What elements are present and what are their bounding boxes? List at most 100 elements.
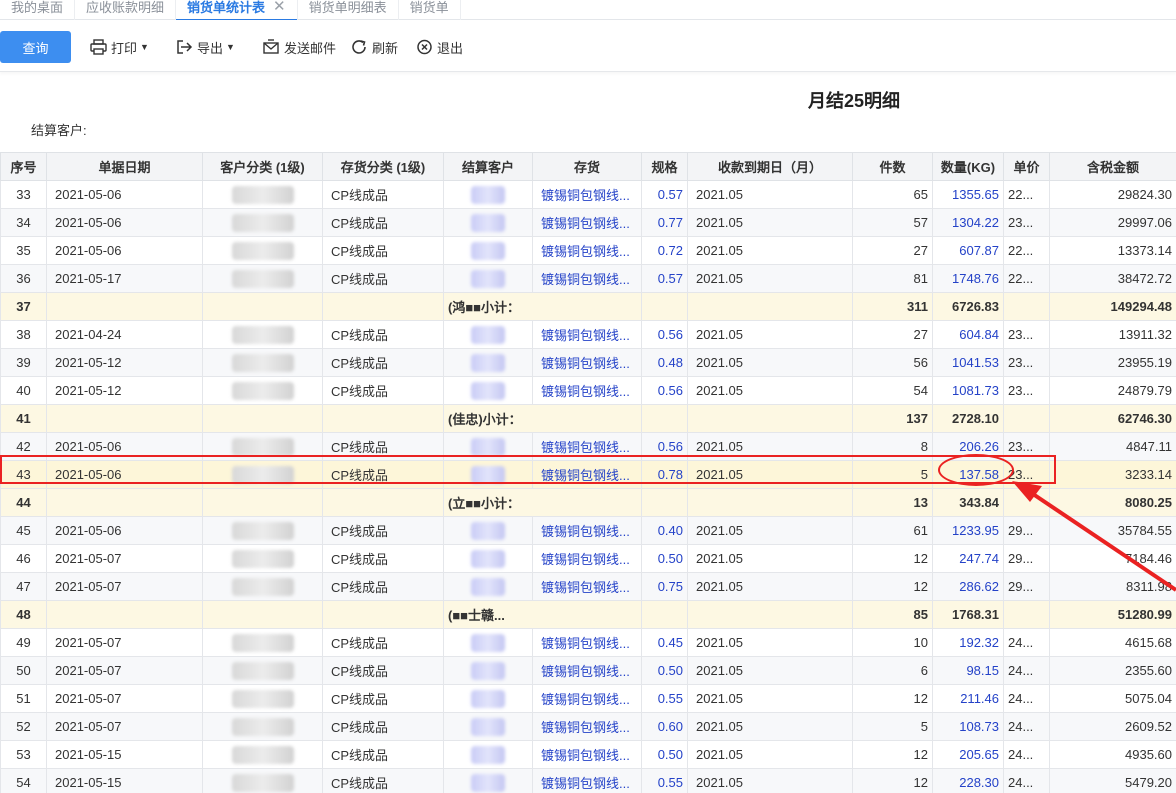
column-header[interactable]: 收款到期日（月）	[687, 152, 853, 181]
item-link[interactable]: 镀锡铜包钢线...	[532, 320, 642, 349]
quantity-link[interactable]: 604.84	[932, 320, 1004, 349]
item-link[interactable]: 镀锡铜包钢线...	[532, 432, 642, 461]
table-row[interactable]: 33 2021-05-06 CP线成品 镀锡铜包钢线... 0.57 2021.05 65 1…	[0, 180, 1176, 209]
table-row[interactable]: 50 2021-05-07 CP线成品 镀锡铜包钢线... 0.50 2021.05 6 98…	[0, 656, 1176, 685]
item-link[interactable]: 镀锡铜包钢线...	[532, 656, 642, 685]
tab-4[interactable]: 销货单	[399, 0, 461, 20]
query-button[interactable]: 查询	[0, 31, 71, 63]
tab-1[interactable]: 应收账款明细	[75, 0, 177, 20]
item-link[interactable]: 镀锡铜包钢线...	[532, 208, 642, 237]
quantity-link[interactable]: 1748.76	[932, 264, 1004, 293]
quantity-link[interactable]: 137.58	[932, 460, 1004, 489]
table-row[interactable]: 43 2021-05-06 CP线成品 镀锡铜包钢线... 0.78 2021.05 5 13…	[0, 460, 1176, 489]
column-header[interactable]: 存货分类 (1级)	[322, 152, 444, 181]
table-row[interactable]: 39 2021-05-12 CP线成品 镀锡铜包钢线... 0.48 2021.05 56 1…	[0, 348, 1176, 377]
table-row[interactable]: 51 2021-05-07 CP线成品 镀锡铜包钢线... 0.55 2021.05 12 2…	[0, 684, 1176, 713]
table-row[interactable]: 40 2021-05-12 CP线成品 镀锡铜包钢线... 0.56 2021.05 54 1…	[0, 376, 1176, 405]
column-header[interactable]: 单价	[1003, 152, 1050, 181]
settlement-customer-cell[interactable]	[443, 628, 533, 657]
table-row[interactable]: 47 2021-05-07 CP线成品 镀锡铜包钢线... 0.75 2021.05 12 2…	[0, 572, 1176, 601]
column-header[interactable]: 规格	[641, 152, 688, 181]
export-button[interactable]: 导出 ▼	[176, 36, 235, 58]
send-email-button[interactable]: 发送邮件	[262, 36, 336, 58]
tab-3[interactable]: 销货单明细表	[298, 0, 399, 20]
quantity-link[interactable]: 607.87	[932, 236, 1004, 265]
settlement-customer-cell[interactable]	[443, 740, 533, 769]
quantity-link[interactable]: 286.62	[932, 572, 1004, 601]
quantity-link[interactable]: 1081.73	[932, 376, 1004, 405]
settlement-customer-cell[interactable]	[443, 544, 533, 573]
settlement-customer-cell[interactable]	[443, 516, 533, 545]
close-icon[interactable]: ✕	[273, 0, 286, 14]
spec-cell[interactable]: 0.56	[641, 320, 688, 349]
table-row[interactable]: 53 2021-05-15 CP线成品 镀锡铜包钢线... 0.50 2021.05 12 2…	[0, 740, 1176, 769]
settlement-customer-cell[interactable]	[443, 376, 533, 405]
settlement-customer-cell[interactable]	[443, 712, 533, 741]
spec-cell[interactable]: 0.45	[641, 628, 688, 657]
settlement-customer-cell[interactable]	[443, 180, 533, 209]
item-link[interactable]: 镀锡铜包钢线...	[532, 348, 642, 377]
item-link[interactable]: 镀锡铜包钢线...	[532, 768, 642, 793]
spec-cell[interactable]: 0.72	[641, 236, 688, 265]
item-link[interactable]: 镀锡铜包钢线...	[532, 572, 642, 601]
quantity-link[interactable]: 205.65	[932, 740, 1004, 769]
spec-cell[interactable]: 0.40	[641, 516, 688, 545]
settlement-customer-cell[interactable]	[443, 656, 533, 685]
column-header[interactable]: 含税金额	[1049, 152, 1176, 181]
print-button[interactable]: 打印 ▼	[90, 36, 149, 58]
quantity-link[interactable]: 1233.95	[932, 516, 1004, 545]
item-link[interactable]: 镀锡铜包钢线...	[532, 376, 642, 405]
settlement-customer-cell[interactable]	[443, 768, 533, 793]
item-link[interactable]: 镀锡铜包钢线...	[532, 684, 642, 713]
item-link[interactable]: 镀锡铜包钢线...	[532, 236, 642, 265]
table-row[interactable]: 36 2021-05-17 CP线成品 镀锡铜包钢线... 0.57 2021.05 81 1…	[0, 264, 1176, 293]
quantity-link[interactable]: 206.26	[932, 432, 1004, 461]
settlement-customer-cell[interactable]	[443, 460, 533, 489]
quantity-link[interactable]: 1355.65	[932, 180, 1004, 209]
spec-cell[interactable]: 0.50	[641, 544, 688, 573]
column-header[interactable]: 客户分类 (1级)	[202, 152, 323, 181]
spec-cell[interactable]: 0.55	[641, 684, 688, 713]
item-link[interactable]: 镀锡铜包钢线...	[532, 460, 642, 489]
table-row[interactable]: 54 2021-05-15 CP线成品 镀锡铜包钢线... 0.55 2021.05 12 2…	[0, 768, 1176, 793]
spec-cell[interactable]: 0.60	[641, 712, 688, 741]
quantity-link[interactable]: 247.74	[932, 544, 1004, 573]
settlement-customer-cell[interactable]	[443, 572, 533, 601]
spec-cell[interactable]: 0.48	[641, 348, 688, 377]
settlement-customer-cell[interactable]	[443, 320, 533, 349]
spec-cell[interactable]: 0.78	[641, 460, 688, 489]
settlement-customer-cell[interactable]	[443, 264, 533, 293]
spec-cell[interactable]: 0.50	[641, 656, 688, 685]
column-header[interactable]: 序号	[0, 152, 47, 181]
tab-0[interactable]: 我的桌面	[0, 0, 76, 20]
column-header[interactable]: 结算客户	[443, 152, 533, 181]
spec-cell[interactable]: 0.50	[641, 740, 688, 769]
quantity-link[interactable]: 211.46	[932, 684, 1004, 713]
column-header[interactable]: 单据日期	[46, 152, 203, 181]
spec-cell[interactable]: 0.77	[641, 208, 688, 237]
table-row[interactable]: 49 2021-05-07 CP线成品 镀锡铜包钢线... 0.45 2021.05 10 1…	[0, 628, 1176, 657]
column-header[interactable]: 件数	[852, 152, 933, 181]
table-row[interactable]: 52 2021-05-07 CP线成品 镀锡铜包钢线... 0.60 2021.05 5 10…	[0, 712, 1176, 741]
item-link[interactable]: 镀锡铜包钢线...	[532, 628, 642, 657]
table-row[interactable]: 45 2021-05-06 CP线成品 镀锡铜包钢线... 0.40 2021.05 61 1…	[0, 516, 1176, 545]
settlement-customer-cell[interactable]	[443, 208, 533, 237]
spec-cell[interactable]: 0.56	[641, 376, 688, 405]
table-row[interactable]: 38 2021-04-24 CP线成品 镀锡铜包钢线... 0.56 2021.05 27 6…	[0, 320, 1176, 349]
column-header[interactable]: 数量(KG)	[932, 152, 1004, 181]
item-link[interactable]: 镀锡铜包钢线...	[532, 544, 642, 573]
table-row[interactable]: 42 2021-05-06 CP线成品 镀锡铜包钢线... 0.56 2021.05 8 20…	[0, 432, 1176, 461]
item-link[interactable]: 镀锡铜包钢线...	[532, 740, 642, 769]
column-header[interactable]: 存货	[532, 152, 642, 181]
item-link[interactable]: 镀锡铜包钢线...	[532, 264, 642, 293]
quantity-link[interactable]: 228.30	[932, 768, 1004, 793]
quantity-link[interactable]: 1304.22	[932, 208, 1004, 237]
quantity-link[interactable]: 98.15	[932, 656, 1004, 685]
refresh-button[interactable]: 刷新	[351, 36, 398, 58]
settlement-customer-cell[interactable]	[443, 684, 533, 713]
spec-cell[interactable]: 0.56	[641, 432, 688, 461]
quantity-link[interactable]: 192.32	[932, 628, 1004, 657]
table-row[interactable]: 46 2021-05-07 CP线成品 镀锡铜包钢线... 0.50 2021.05 12 2…	[0, 544, 1176, 573]
item-link[interactable]: 镀锡铜包钢线...	[532, 712, 642, 741]
spec-cell[interactable]: 0.57	[641, 264, 688, 293]
